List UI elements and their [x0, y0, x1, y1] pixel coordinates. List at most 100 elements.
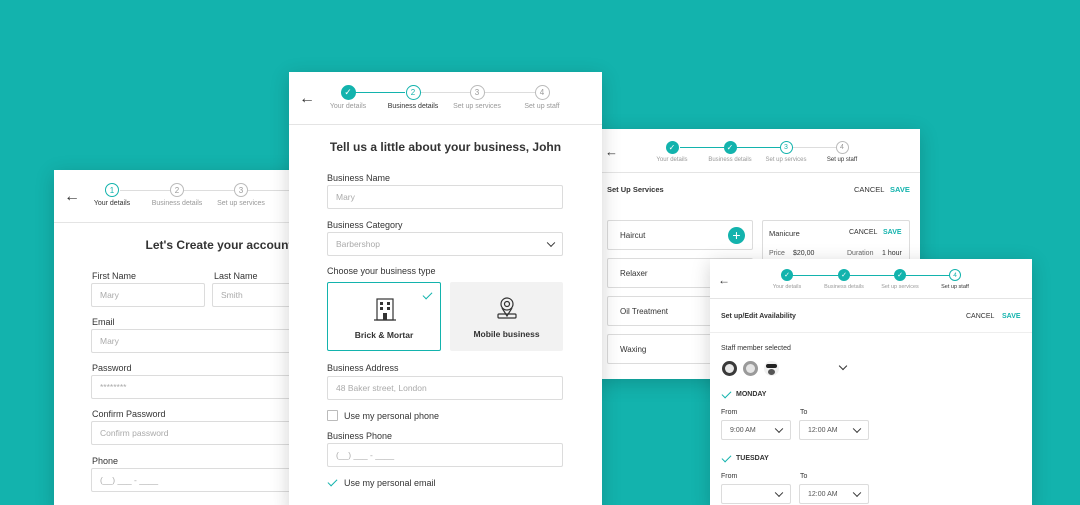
business-address-label: Business Address	[327, 363, 399, 373]
service-label: Waxing	[620, 344, 647, 354]
step-label: Your details	[329, 103, 367, 110]
step-set-up-staff[interactable]: 4 Set up staff	[818, 141, 866, 163]
step-circle: 4	[534, 85, 550, 100]
step-circle: 4	[835, 141, 849, 154]
availability-card: ← ✓ Your details ✓ Business details ✓ Se…	[710, 259, 1032, 505]
divider	[710, 332, 1032, 333]
duration-label: Duration	[847, 250, 874, 257]
step-set-up-services[interactable]: ✓ Set up services	[874, 269, 926, 290]
stepper: ← ✓ Your details ✓ Business details ✓ Se…	[710, 259, 1032, 299]
step-your-details[interactable]: ✓ Your details	[764, 269, 810, 290]
location-pin-icon	[497, 297, 517, 319]
step-your-details[interactable]: 1 Your details	[84, 183, 140, 207]
step-set-up-services[interactable]: 3 Set up services	[760, 141, 812, 163]
back-arrow-icon[interactable]: ←	[718, 274, 730, 286]
back-arrow-icon[interactable]: ←	[299, 91, 315, 107]
business-name-input[interactable]: Mary	[327, 185, 563, 209]
create-account-card: ← 1 Your details 2 Business details 3 Se…	[54, 170, 304, 505]
step-circle: 2	[170, 183, 184, 197]
step-set-up-services[interactable]: 3 Set up services	[449, 85, 505, 110]
add-icon[interactable]: +	[728, 227, 745, 244]
back-arrow-icon[interactable]: ←	[64, 189, 80, 205]
step-your-details[interactable]: ✓ Your details	[648, 141, 696, 163]
step-label: Business details	[387, 103, 439, 110]
step-set-up-staff[interactable]: 4 Set up staff	[517, 85, 567, 110]
phone-input[interactable]: (__) ___ - ____	[91, 468, 304, 492]
email-input[interactable]: Mary	[91, 329, 304, 353]
building-icon	[374, 298, 396, 321]
to-label: To	[800, 473, 808, 480]
avatar[interactable]	[743, 361, 758, 376]
business-type-label: Choose your business type	[327, 266, 436, 276]
first-name-input[interactable]: Mary	[91, 283, 205, 307]
first-name-label: First Name	[92, 271, 137, 281]
business-address-input[interactable]: 48 Baker street, London	[327, 376, 563, 400]
step-label: Your details	[656, 157, 688, 163]
stepper: ← 1 Your details 2 Business details 3 Se…	[54, 170, 304, 223]
section-title: Set up/Edit Availability	[721, 313, 796, 320]
type-label: Mobile business	[473, 329, 540, 339]
monday-to-select[interactable]: 12:00 AM	[799, 420, 869, 440]
step-set-up-services[interactable]: 3 Set up services	[212, 183, 270, 207]
password-label: Password	[92, 363, 132, 373]
avatar[interactable]	[722, 361, 737, 376]
step-label: Set up services	[765, 157, 807, 163]
service-name: Manicure	[769, 229, 800, 238]
check-icon: ✓	[894, 269, 906, 281]
step-your-details[interactable]: ✓ Your details	[323, 85, 373, 110]
step-business-details[interactable]: 2 Business details	[383, 85, 443, 110]
business-name-label: Business Name	[327, 173, 391, 183]
phone-label: Phone	[92, 456, 119, 466]
back-arrow-icon[interactable]: ←	[605, 145, 618, 158]
check-icon: ✓	[838, 269, 850, 281]
tuesday-label: TUESDAY	[736, 455, 769, 462]
from-label: From	[721, 473, 738, 480]
monday-label: MONDAY	[736, 391, 767, 398]
check-icon: ✓	[340, 85, 356, 100]
step-business-details[interactable]: 2 Business details	[146, 183, 208, 207]
avatar[interactable]	[764, 361, 779, 376]
step-label: Set up services	[453, 103, 501, 110]
save-button[interactable]: SAVE	[1002, 313, 1021, 320]
service-label: Relaxer	[620, 268, 648, 278]
tuesday-from-select[interactable]	[721, 484, 791, 504]
chevron-down-icon[interactable]	[838, 361, 848, 371]
step-label: Set up staff	[524, 103, 560, 110]
save-button[interactable]: SAVE	[890, 185, 910, 194]
type-option-mobile-business[interactable]: Mobile business	[450, 282, 563, 351]
step-business-details[interactable]: ✓ Business details	[704, 141, 756, 163]
cancel-button[interactable]: CANCEL	[854, 185, 884, 194]
step-set-up-staff[interactable]: 4 Set up staff	[932, 269, 978, 290]
monday-from-select[interactable]: 9:00 AM	[721, 420, 791, 440]
monday-checkbox[interactable]	[721, 389, 732, 400]
step-label: Set up services	[217, 200, 265, 207]
password-input[interactable]: ********	[91, 375, 304, 399]
staff-label: Staff member selected	[721, 345, 791, 352]
personal-email-checkbox[interactable]	[327, 477, 338, 488]
business-category-select[interactable]: Barbershop	[327, 232, 563, 256]
confirm-password-label: Confirm Password	[92, 409, 166, 419]
business-details-card: ← ✓ Your details 2 Business details 3 Se…	[289, 72, 602, 505]
step-circle: 2	[405, 85, 421, 100]
type-option-brick-mortar[interactable]: Brick & Mortar	[327, 282, 441, 351]
check-icon: ✓	[665, 141, 679, 154]
check-icon: ✓	[723, 141, 737, 154]
cancel-button[interactable]: CANCEL	[966, 313, 994, 320]
tuesday-to-select[interactable]: 12:00 AM	[799, 484, 869, 504]
edit-save-button[interactable]: SAVE	[883, 229, 902, 236]
step-business-details[interactable]: ✓ Business details	[816, 269, 872, 290]
stepper: ← ✓ Your details 2 Business details 3 Se…	[289, 72, 602, 125]
price-value[interactable]: $20,00	[793, 250, 814, 257]
price-label: Price	[769, 250, 785, 257]
service-item-haircut[interactable]: Haircut +	[607, 220, 753, 250]
duration-value[interactable]: 1 hour	[882, 250, 902, 257]
edit-cancel-button[interactable]: CANCEL	[849, 229, 877, 236]
step-circle: 3	[779, 141, 793, 154]
confirm-password-input[interactable]: Confirm password	[91, 421, 304, 445]
step-label: Set up services	[881, 284, 919, 290]
tuesday-checkbox[interactable]	[721, 453, 732, 464]
business-phone-input[interactable]: (__) ___ - ____	[327, 443, 563, 467]
personal-phone-checkbox[interactable]	[327, 410, 338, 421]
page-title: Let's Create your account	[145, 238, 293, 252]
step-label: Business details	[824, 284, 864, 290]
